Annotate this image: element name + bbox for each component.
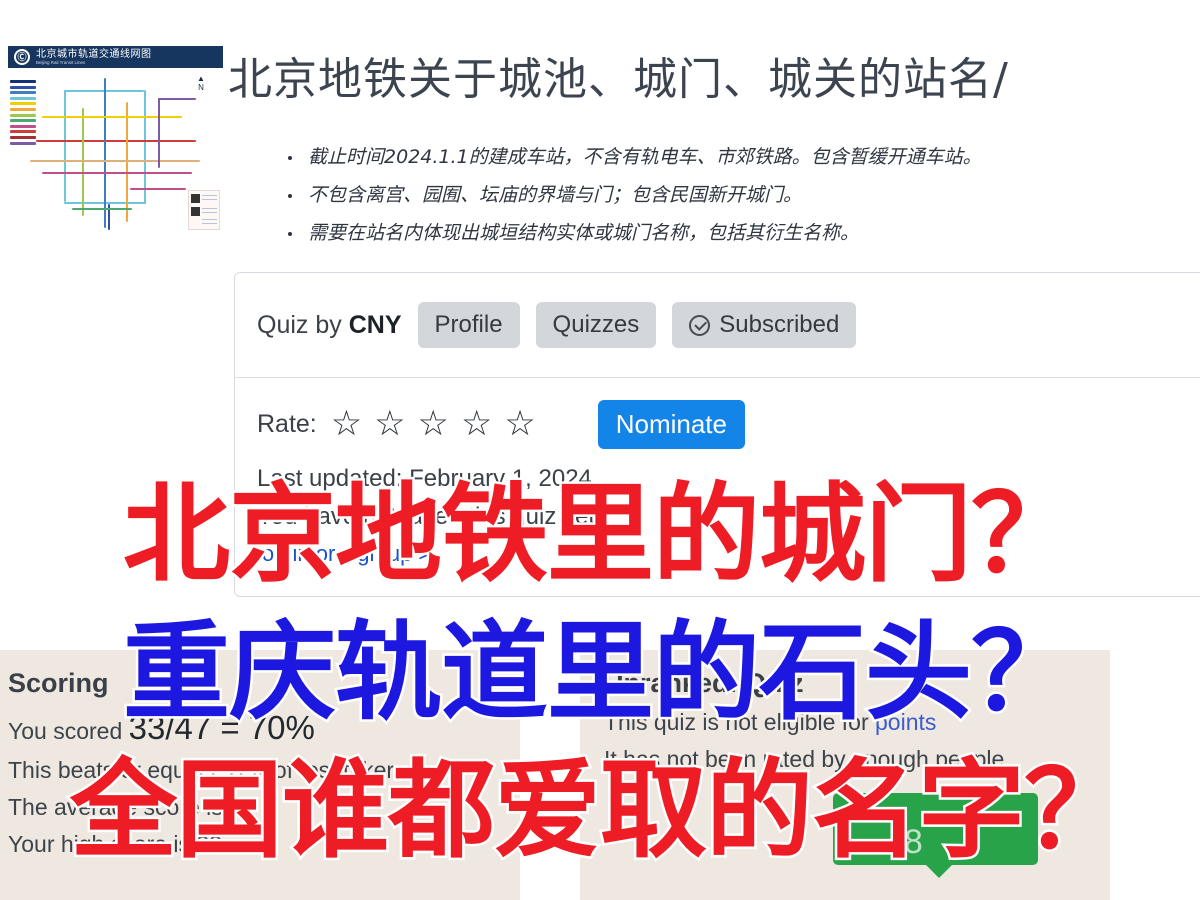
screenshot-root: Ⓒ 北京城市轨道交通线网图 Beijing Rail Transit Lines… [0,0,1200,900]
map-title-chinese: 北京城市轨道交通线网图 [36,48,152,60]
list-item: 不包含离宫、园囿、坛庙的界墙与门；包含民国新开城门。 [284,176,1104,214]
map-header-bar: Ⓒ 北京城市轨道交通线网图 Beijing Rail Transit Lines [8,46,223,68]
quiz-author-label: Quiz by CNY [257,311,402,340]
star-icon-1[interactable]: ☆ [331,407,362,442]
profile-button-label: Profile [434,311,503,338]
profile-button[interactable]: Profile [417,302,520,348]
overlay-caption-3: 全国谁都爱取的名字？ [67,749,1133,873]
list-item: 截止时间2024.1.1的建成车站，不含有轨电车、市郊铁路。包含暂缓开通车站。 [284,138,1104,176]
beijing-transit-map-thumbnail: Ⓒ 北京城市轨道交通线网图 Beijing Rail Transit Lines… [8,46,223,236]
map-compass-icon: ▲ N [197,74,205,92]
subscribed-button[interactable]: Subscribed [672,302,857,348]
quizzes-button[interactable]: Quizzes [535,302,657,348]
star-icon-5[interactable]: ☆ [504,407,535,442]
check-circle-icon [689,314,711,336]
subscribed-button-label: Subscribed [719,311,840,338]
star-rating[interactable]: ☆ ☆ ☆ ☆ ☆ [331,407,536,442]
overlay-caption-2: 重庆轨道里的石头？ [120,611,1080,735]
star-icon-2[interactable]: ☆ [374,407,405,442]
quiz-author-row: Quiz by CNY Profile Quizzes Subscribed [235,273,1200,378]
list-item: 需要在站名内体现出城垣结构实体或城门名称，包括其衍生名称。 [284,214,1104,252]
quiz-author-name: CNY [348,310,402,339]
map-title-english: Beijing Rail Transit Lines [36,59,86,65]
map-qr-legend [188,190,220,230]
rate-label: Rate: [257,410,317,438]
quizzes-button-label: Quizzes [552,311,640,338]
rating-row: Rate: ☆ ☆ ☆ ☆ ☆ Nominate [257,400,1200,449]
nominate-button[interactable]: Nominate [597,400,745,449]
map-diagram: ▲ N [8,68,223,236]
map-legend [10,80,36,145]
overlay-caption-1: 北京地铁里的城门？ [120,473,1080,597]
star-icon-3[interactable]: ☆ [418,407,449,442]
star-icon-4[interactable]: ☆ [461,407,492,442]
quiz-rules-list: 截止时间2024.1.1的建成车站，不含有轨电车、市郊铁路。包含暂缓开通车站。 … [284,138,1104,252]
quiz-by-text: Quiz by [257,310,342,339]
page-title: 北京地铁关于城池、城门、城关的站名/ [228,54,1009,105]
nominate-button-label: Nominate [615,409,727,439]
beijing-subway-logo-icon: Ⓒ [14,49,30,65]
